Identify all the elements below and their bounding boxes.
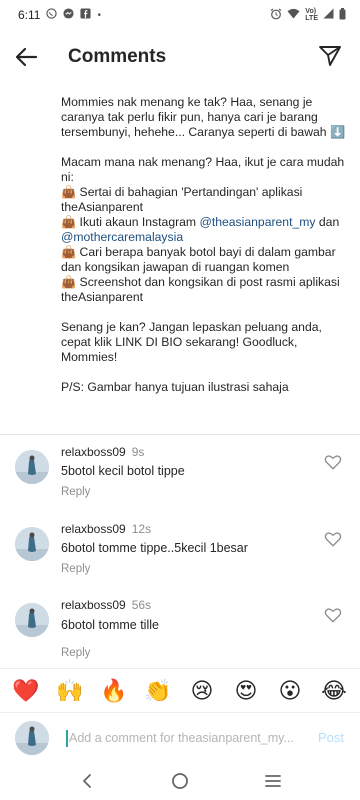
wifi-icon — [287, 8, 300, 22]
comment-item: relaxboss09 9s 5botol kecil botol tippe R… — [0, 440, 360, 510]
divider — [0, 434, 360, 435]
emoji-bar: ❤️ 🙌 🔥 👏 😢 😍 😮 😂 — [0, 668, 360, 712]
comment-input[interactable] — [69, 728, 309, 748]
emoji-fire[interactable]: 🔥 — [97, 676, 131, 706]
comment-item: relaxboss09 12s 6botol tomme tippe..5keci… — [0, 517, 360, 587]
comment-meta: relaxboss09 12s — [61, 522, 151, 536]
caption-step-mid: dan — [315, 215, 340, 229]
caption-step: 👜 Sertai di bahagian 'Pertandingan' apli… — [61, 185, 303, 214]
text-cursor — [66, 730, 68, 747]
emoji-tears-of-joy[interactable]: 😂 — [317, 676, 351, 706]
reply-button[interactable]: Reply — [61, 647, 90, 659]
alarm-icon — [270, 8, 282, 23]
comment-text: 5botol kecil botol tippe — [61, 464, 185, 478]
emoji-surprised[interactable]: 😮 — [273, 676, 307, 706]
status-left: 6:11 • — [18, 8, 101, 22]
comment-text: 6botol tomme tille — [61, 618, 159, 632]
home-nav-icon[interactable] — [160, 766, 200, 796]
system-nav-bar — [0, 762, 360, 800]
recents-nav-icon[interactable] — [253, 766, 293, 796]
emoji-red-heart[interactable]: ❤️ — [9, 676, 43, 706]
whatsapp-icon — [46, 8, 58, 22]
comment-text: 6botol tomme tippe..5kecil 1besar — [61, 541, 248, 555]
caption-paragraph: Senang je kan? Jangan lepaskan peluang a… — [61, 320, 322, 364]
comment-username[interactable]: relaxboss09 — [61, 445, 126, 459]
reply-button[interactable]: Reply — [61, 563, 90, 575]
emoji-clapping[interactable]: 👏 — [141, 676, 175, 706]
caption-step-prefix: 👜 Ikuti akaun Instagram — [61, 215, 200, 229]
emoji-raising-hands[interactable]: 🙌 — [53, 676, 87, 706]
battery-icon — [339, 7, 346, 23]
comment-meta: relaxboss09 9s — [61, 445, 144, 459]
heart-icon[interactable] — [324, 530, 342, 548]
caption-paragraph: Macam mana nak menang? Haa, ikut je cara… — [61, 155, 345, 184]
paper-plane-icon[interactable] — [318, 44, 342, 68]
arrow-left-icon[interactable] — [12, 43, 40, 71]
caption-step: 👜 Screenshot dan kongsikan di post rasmi… — [61, 275, 340, 304]
emoji-crying[interactable]: 😢 — [185, 676, 219, 706]
status-time: 6:11 — [18, 8, 41, 22]
caption-paragraph: P/S: Gambar hanya tujuan ilustrasi sahaj… — [61, 380, 289, 394]
volte-label-top: Vo) — [305, 8, 317, 15]
mention-link[interactable]: @theasianparent_my — [199, 215, 315, 229]
comment-composer: Post — [0, 712, 360, 762]
page-title: Comments — [68, 46, 167, 67]
post-caption: Mommies nak menang ke tak? Haa, senang j… — [61, 95, 351, 395]
heart-icon[interactable] — [324, 453, 342, 471]
caption-step: 👜 Ikuti akaun Instagram @theasianparent_… — [61, 215, 351, 245]
post-button[interactable]: Post — [318, 730, 344, 745]
dot-icon: • — [97, 9, 101, 21]
comment-time: 56s — [131, 598, 152, 612]
status-bar: 6:11 • Vo) LTE — [0, 0, 360, 30]
comment-meta: relaxboss09 56s — [61, 598, 151, 612]
caption-paragraph: Mommies nak menang ke tak? Haa, senang j… — [61, 95, 346, 139]
comment-item: relaxboss09 56s 6botol tomme tille Reply — [0, 595, 360, 665]
messenger-icon — [63, 8, 75, 22]
avatar[interactable] — [15, 603, 49, 637]
avatar[interactable] — [15, 450, 49, 484]
emoji-heart-eyes[interactable]: 😍 — [229, 676, 263, 706]
comment-time: 9s — [131, 445, 145, 459]
comment-username[interactable]: relaxboss09 — [61, 598, 126, 612]
volte-label-bottom: LTE — [305, 15, 318, 22]
status-right: Vo) LTE — [270, 7, 346, 23]
avatar — [15, 721, 49, 755]
mention-link[interactable]: @mothercaremalaysia — [61, 230, 183, 244]
back-nav-icon[interactable] — [67, 766, 107, 796]
volte-icon: Vo) LTE — [305, 8, 318, 22]
comment-time: 12s — [131, 522, 152, 536]
avatar[interactable] — [15, 527, 49, 561]
comment-username[interactable]: relaxboss09 — [61, 522, 126, 536]
header: Comments — [0, 34, 360, 80]
caption-step: 👜 Cari berapa banyak botol bayi di dalam… — [61, 245, 336, 274]
reply-button[interactable]: Reply — [61, 486, 90, 498]
signal-icon — [323, 8, 334, 22]
facebook-icon — [80, 8, 92, 22]
heart-icon[interactable] — [324, 606, 342, 624]
